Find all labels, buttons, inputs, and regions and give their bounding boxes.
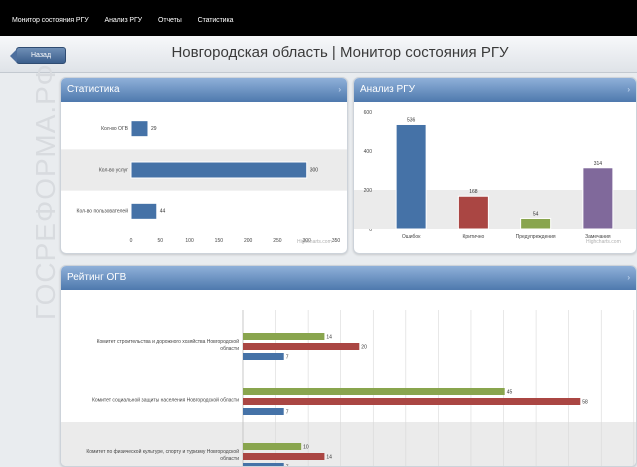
rating-bar xyxy=(243,463,284,466)
rating-panel-header: Рейтинг ОГВ › xyxy=(61,266,636,290)
back-button[interactable]: Назад xyxy=(10,47,66,64)
rating-value-label: 58 xyxy=(582,399,588,405)
chevron-right-icon[interactable]: › xyxy=(338,78,341,102)
rating-value-label: 7 xyxy=(286,354,289,360)
nav-analysis[interactable]: Анализ РГУ xyxy=(105,17,143,24)
stats-category-label: Кол-во пользователей xyxy=(77,208,129,215)
analysis-bar xyxy=(582,167,614,230)
stats-category-label: Кол-во услуг xyxy=(99,167,128,173)
top-navigation: Монитор состояния РГУ Анализ РГУ Отчеты … xyxy=(0,0,637,36)
rating-panel: Рейтинг ОГВ › Комитет строительства и до… xyxy=(60,265,637,467)
rating-value-label: 10 xyxy=(303,444,309,450)
nav-reports[interactable]: Отчеты xyxy=(158,17,182,24)
rating-value-label: 14 xyxy=(326,334,332,340)
stats-tick-label: 50 xyxy=(158,238,164,244)
statistics-panel: Статистика › Кол-во ОГВ 29 Кол-во услуг 300… xyxy=(60,77,348,254)
rating-panel-title: Рейтинг ОГВ xyxy=(67,272,127,283)
rating-value-label: 14 xyxy=(326,454,332,460)
analysis-tick-label: 200 xyxy=(364,188,373,194)
rating-bar xyxy=(243,388,505,395)
analysis-tick-label: 400 xyxy=(364,149,373,155)
title-bar: Назад Новгородская область | Монитор сос… xyxy=(0,36,637,73)
stats-bar xyxy=(130,120,149,138)
analysis-chart: 0 200 400 600 536 Ошибок 168 Критично 54 Предупре… xyxy=(354,102,636,253)
statistics-chart-credit: Highcharts.com xyxy=(297,239,332,245)
nav-statistics[interactable]: Статистика xyxy=(198,17,234,24)
rating-category-label: Комитет по физической культуре, спорту и… xyxy=(86,448,239,455)
statistics-chart-svg: Кол-во ОГВ 29 Кол-во услуг 300 Кол-во пользо… xyxy=(61,120,347,244)
stats-value-label: 29 xyxy=(151,126,157,132)
page-title: Новгородская область | Монитор состояния… xyxy=(171,44,509,61)
stats-bar xyxy=(130,161,308,179)
analysis-value-label: 536 xyxy=(407,117,416,123)
stats-tick-label: 350 xyxy=(332,238,341,244)
stats-tick-label: 200 xyxy=(244,238,253,244)
stats-bar xyxy=(130,202,158,220)
analysis-category-label: Критично xyxy=(463,234,485,240)
statistics-chart: Кол-во ОГВ 29 Кол-во услуг 300 Кол-во пользо… xyxy=(61,102,347,253)
rating-value-label: 45 xyxy=(507,389,513,395)
rating-category-label: Комитет социальной защиты населения Новг… xyxy=(92,396,239,403)
watermark: ГОСРЕФОРМА.РФ xyxy=(30,63,61,320)
rating-category-label: Комитет строительства и дорожного хозяйс… xyxy=(97,338,240,345)
analysis-panel-title: Анализ РГУ xyxy=(360,84,415,95)
chevron-right-icon[interactable]: › xyxy=(627,266,630,290)
stats-tick-label: 250 xyxy=(273,238,282,244)
analysis-category-label: Ошибок xyxy=(402,234,421,240)
rating-bar xyxy=(243,333,325,340)
analysis-value-label: 168 xyxy=(469,189,478,195)
analysis-bar xyxy=(520,217,552,230)
analysis-chart-credit: Highcharts.com xyxy=(586,239,621,245)
analysis-chart-svg: 0200400600536Ошибок168Критично54Предупре… xyxy=(354,110,636,240)
stats-value-label: 44 xyxy=(160,209,166,215)
analysis-bar xyxy=(457,195,489,230)
stats-tick-label: 0 xyxy=(130,238,133,244)
analysis-panel-header: Анализ РГУ › xyxy=(354,78,636,102)
chevron-right-icon[interactable]: › xyxy=(627,78,630,102)
statistics-panel-title: Статистика xyxy=(67,84,120,95)
rating-bar xyxy=(243,343,360,350)
stats-value-label: 300 xyxy=(310,167,319,173)
rating-chart: Комитет строительства и дорожного хозяйс… xyxy=(61,290,636,466)
analysis-bar xyxy=(395,123,427,230)
rating-bar xyxy=(243,408,284,415)
rating-bar xyxy=(243,398,581,405)
rating-value-label: 7 xyxy=(286,409,289,415)
stats-tick-label: 100 xyxy=(185,238,194,244)
rating-value-label: 20 xyxy=(361,344,367,350)
statistics-panel-header: Статистика › xyxy=(61,78,347,102)
nav-monitor[interactable]: Монитор состояния РГУ xyxy=(12,17,89,24)
analysis-category-label: Предупреждения xyxy=(516,234,556,240)
rating-band xyxy=(61,422,636,466)
rating-value-label: 7 xyxy=(286,464,289,466)
rating-category-label: области xyxy=(220,346,239,352)
stats-category-label: Кол-во ОГВ xyxy=(101,126,129,132)
rating-bar xyxy=(243,353,284,360)
analysis-tick-label: 600 xyxy=(364,110,373,116)
rating-chart-svg: Комитет строительства и дорожного хозяйс… xyxy=(61,310,636,466)
analysis-value-label: 54 xyxy=(533,211,539,217)
analysis-value-label: 314 xyxy=(594,161,603,167)
rating-bar xyxy=(243,443,302,450)
analysis-panel: Анализ РГУ › 0 200 400 600 536 Ошибок 168 Крити… xyxy=(353,77,637,254)
stats-tick-label: 150 xyxy=(215,238,224,244)
